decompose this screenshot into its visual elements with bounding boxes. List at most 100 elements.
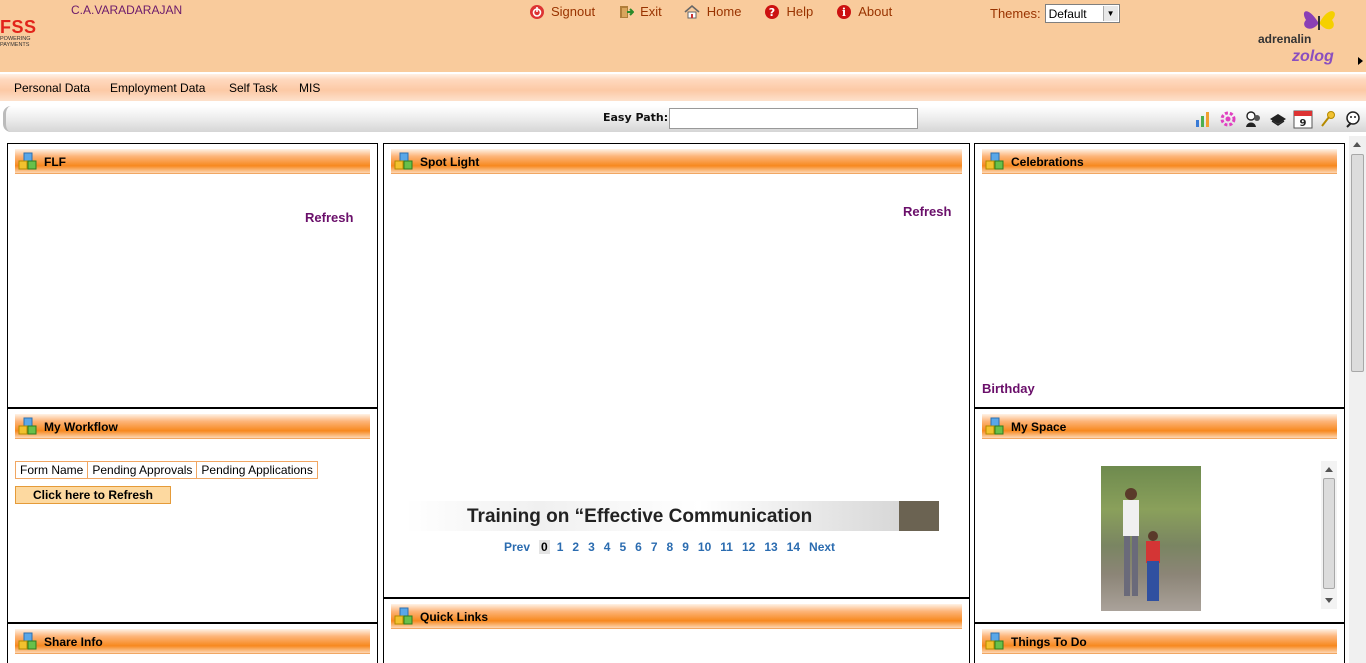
workflow-title-bar: My Workflow	[15, 414, 370, 439]
help-link[interactable]: ? Help	[763, 3, 813, 20]
pager-next[interactable]: Next	[809, 540, 835, 554]
menu-self-task[interactable]: Self Task	[229, 81, 277, 95]
menu-personal-data[interactable]: Personal Data	[14, 81, 90, 95]
svg-text:i: i	[842, 6, 846, 19]
home-icon	[684, 3, 701, 20]
app-header: FSS POWERING PAYMENTS C.A.VARADARAJAN Si…	[0, 0, 1366, 72]
chevron-down-icon: ▼	[1102, 6, 1118, 21]
easy-path-label: Easy Path:	[603, 111, 669, 124]
brand-zolog: zolog	[1292, 48, 1334, 65]
spotlight-panel: Spot Light Refresh Training on “Effectiv…	[383, 143, 970, 598]
scroll-up-icon[interactable]	[1353, 142, 1361, 147]
exit-door-icon	[617, 3, 634, 20]
pager-page-10[interactable]: 10	[698, 540, 711, 554]
myspace-photo[interactable]	[1101, 466, 1201, 611]
pager-page-12[interactable]: 12	[742, 540, 755, 554]
calendar-day: 9	[1299, 118, 1306, 129]
cubes-icon	[985, 417, 1004, 435]
logo-text: FSS	[0, 17, 37, 37]
col-pending-approvals: Pending Approvals	[88, 462, 198, 478]
scroll-down-icon[interactable]	[1325, 598, 1333, 603]
signout-link[interactable]: Signout	[528, 3, 595, 20]
pager-page-3[interactable]: 3	[588, 540, 595, 554]
pager-page-8[interactable]: 8	[667, 540, 674, 554]
header-expand-icon[interactable]	[1358, 57, 1363, 65]
people-icon[interactable]	[1242, 108, 1263, 129]
info-icon: i	[835, 3, 852, 20]
home-link[interactable]: Home	[684, 3, 742, 20]
birthday-link[interactable]: Birthday	[982, 381, 1035, 396]
key-icon[interactable]	[1317, 108, 1338, 129]
pager-page-0[interactable]: 0	[539, 540, 550, 554]
myspace-title: My Space	[1011, 420, 1067, 434]
easy-path-input[interactable]	[669, 108, 918, 129]
page-scroll-thumb[interactable]	[1351, 154, 1364, 372]
myspace-scrollbar[interactable]	[1321, 461, 1337, 609]
pager-page-4[interactable]: 4	[604, 540, 611, 554]
share-info-title: Share Info	[44, 635, 103, 649]
pager-page-11[interactable]: 11	[720, 540, 733, 554]
myspace-panel: My Space	[974, 408, 1345, 623]
user-search-icon[interactable]	[1342, 108, 1363, 129]
workflow-refresh-button[interactable]: Click here to Refresh	[15, 486, 171, 504]
pager-page-7[interactable]: 7	[651, 540, 658, 554]
share-info-panel: Share Info	[7, 623, 378, 663]
home-label: Home	[706, 4, 742, 19]
power-icon	[528, 3, 545, 20]
spotlight-refresh-link[interactable]: Refresh	[903, 204, 951, 219]
logo-tagline-2: PAYMENTS	[0, 42, 30, 48]
share-info-title-bar: Share Info	[15, 629, 370, 654]
mail-icon[interactable]	[1267, 108, 1288, 129]
spotlight-banner-image[interactable]: Training on “Effective Communication	[406, 501, 939, 531]
theme-dropdown[interactable]: Default ▼	[1044, 4, 1120, 23]
cubes-icon	[985, 152, 1004, 170]
things-to-do-panel: Things To Do	[974, 623, 1345, 663]
user-name: C.A.VARADARAJAN	[71, 3, 183, 17]
about-label: About	[858, 4, 893, 19]
pager-page-14[interactable]: 14	[787, 540, 800, 554]
banner-text: Training on “Effective Communication	[467, 506, 813, 527]
exit-link[interactable]: Exit	[617, 3, 662, 20]
scroll-thumb[interactable]	[1323, 478, 1335, 589]
quick-links-title: Quick Links	[420, 610, 489, 624]
spotlight-title: Spot Light	[420, 155, 480, 169]
pager-page-13[interactable]: 13	[764, 540, 777, 554]
chart-icon[interactable]	[1192, 108, 1213, 129]
pager-prev[interactable]: Prev	[504, 540, 530, 554]
cubes-icon	[18, 152, 37, 170]
pager-page-6[interactable]: 6	[635, 540, 642, 554]
menu-mis[interactable]: MIS	[299, 81, 320, 95]
help-icon: ?	[763, 3, 780, 20]
top-nav: Signout Exit Home ? Help i About	[528, 3, 914, 20]
cubes-icon	[985, 632, 1004, 650]
things-to-do-title-bar: Things To Do	[982, 629, 1337, 654]
pager-page-9[interactable]: 9	[682, 540, 689, 554]
theme-selected-value: Default	[1048, 6, 1087, 21]
quick-links-panel: Quick Links	[383, 598, 970, 663]
spotlight-pager: Prev 0 1 2 3 4 5 6 7 8 9 10 11 12 13 14 …	[504, 540, 844, 554]
cubes-icon	[18, 417, 37, 435]
spotlight-title-bar: Spot Light	[391, 149, 962, 174]
settings-icon[interactable]	[1217, 108, 1238, 129]
cubes-icon	[394, 607, 413, 625]
about-link[interactable]: i About	[835, 3, 892, 20]
calendar-icon[interactable]: 9	[1292, 108, 1313, 129]
scroll-up-icon[interactable]	[1325, 467, 1333, 472]
main-menu: Personal Data Employment Data Self Task …	[0, 72, 1366, 101]
themes-label: Themes:	[990, 6, 1041, 21]
adrenalin-brand-logo: adrenalin zolog	[1258, 4, 1350, 66]
flf-refresh-link[interactable]: Refresh	[305, 210, 353, 225]
svg-text:?: ?	[769, 6, 775, 19]
help-label: Help	[786, 4, 814, 19]
page-scrollbar[interactable]	[1349, 136, 1366, 663]
pager-page-5[interactable]: 5	[619, 540, 626, 554]
easy-path-bar: Easy Path: 9	[3, 106, 1366, 132]
col-form-name: Form Name	[16, 462, 89, 478]
pager-page-2[interactable]: 2	[572, 540, 579, 554]
themes-selector: Themes: Default ▼	[990, 4, 1120, 23]
pager-page-1[interactable]: 1	[557, 540, 564, 554]
menu-employment-data[interactable]: Employment Data	[110, 81, 205, 95]
celebrations-panel: Celebrations Birthday	[974, 143, 1345, 408]
workflow-title: My Workflow	[44, 420, 118, 434]
things-to-do-title: Things To Do	[1011, 635, 1087, 649]
